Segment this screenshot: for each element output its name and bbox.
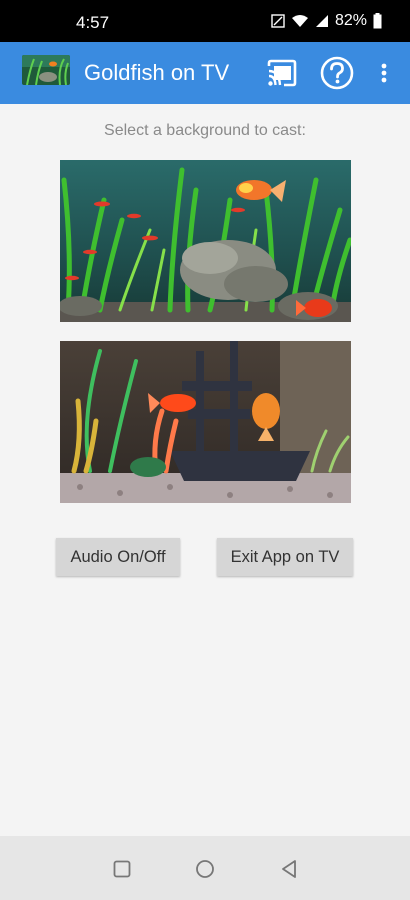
battery-icon: [373, 13, 382, 29]
back-icon[interactable]: [280, 859, 298, 884]
status-time: 4:57: [76, 13, 110, 32]
help-icon[interactable]: [320, 56, 354, 90]
more-vert-icon[interactable]: [376, 57, 392, 89]
battery-percent: 82%: [334, 12, 367, 29]
recents-icon[interactable]: [113, 860, 131, 883]
audio-toggle-button[interactable]: Audio On/Off: [56, 538, 180, 576]
signal-icon: [315, 14, 329, 28]
cast-icon[interactable]: [266, 58, 298, 88]
home-icon[interactable]: [195, 859, 215, 884]
aquarium-logo-icon: [22, 55, 70, 85]
status-bar: 4:57 82%: [0, 0, 410, 42]
wifi-icon: [291, 14, 309, 28]
app-title: Goldfish on TV: [84, 60, 230, 85]
status-icons: 82%: [271, 12, 382, 30]
background-option-shipwreck[interactable]: [60, 341, 351, 503]
select-background-prompt: Select a background to cast:: [104, 122, 306, 139]
exit-app-on-tv-button[interactable]: Exit App on TV: [217, 538, 353, 576]
navigation-bar: [0, 836, 410, 900]
hd-voice-icon: [271, 14, 285, 28]
background-option-plants[interactable]: [60, 160, 351, 322]
app-bar: Goldfish on TV: [0, 42, 410, 104]
